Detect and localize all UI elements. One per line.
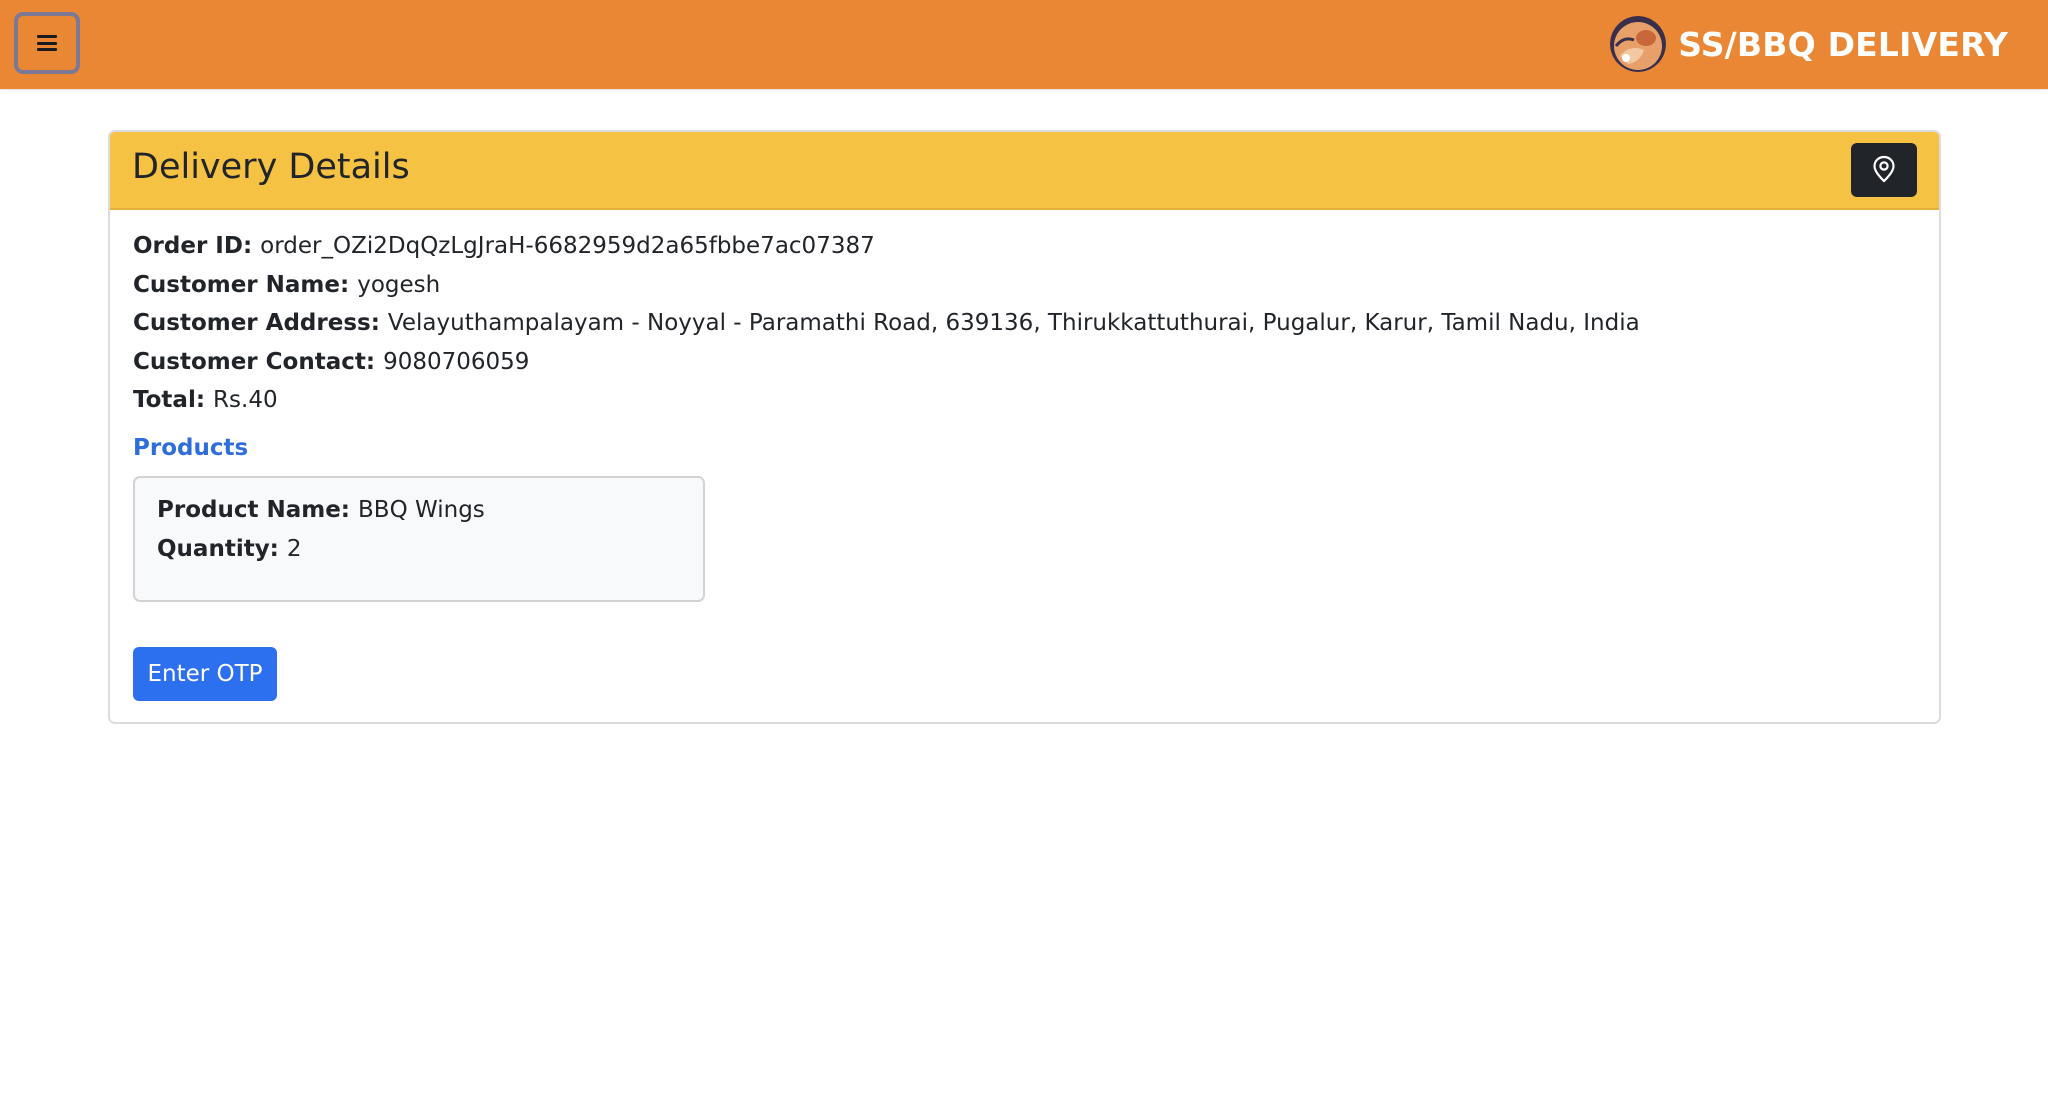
card-header: Delivery Details: [110, 132, 1939, 210]
hamburger-menu-icon: [37, 35, 57, 51]
customer-address-label: Customer Address:: [133, 310, 388, 336]
product-quantity-row: Quantity: 2: [157, 534, 302, 564]
customer-name-row: Customer Name: yogesh: [133, 270, 440, 300]
brand-name: SS/BBQ DELIVERY: [1678, 24, 2008, 64]
product-item: Product Name: BBQ Wings Quantity: 2: [133, 476, 705, 602]
customer-contact-value: 9080706059: [383, 349, 530, 375]
map-pin-icon: [1871, 155, 1897, 186]
order-id-value: order_OZi2DqQzLgJraH-6682959d2a65fbbe7ac…: [260, 233, 875, 259]
customer-name-value: yogesh: [357, 272, 441, 298]
customer-contact-row: Customer Contact: 9080706059: [133, 347, 529, 377]
total-label: Total:: [133, 387, 214, 413]
customer-address-row: Customer Address: Velayuthampalayam - No…: [133, 308, 1640, 338]
customer-name-label: Customer Name:: [133, 272, 358, 298]
products-heading: Products: [133, 435, 249, 461]
page-title: Delivery Details: [132, 147, 410, 187]
top-navbar: SS/BBQ DELIVERY: [0, 0, 2048, 89]
brand-link[interactable]: SS/BBQ DELIVERY: [1610, 14, 2008, 74]
order-id-label: Order ID:: [133, 233, 261, 259]
total-row: Total: Rs.40: [133, 385, 278, 415]
customer-contact-label: Customer Contact:: [133, 349, 384, 375]
brand-logo: [1610, 16, 1667, 72]
product-name-label: Product Name:: [157, 497, 359, 523]
map-location-button[interactable]: [1851, 143, 1917, 197]
product-quantity-value: 2: [286, 536, 302, 562]
product-name-row: Product Name: BBQ Wings: [157, 495, 485, 525]
customer-address-value: Velayuthampalayam - Noyyal - Paramathi R…: [387, 310, 1640, 336]
enter-otp-button[interactable]: Enter OTP: [133, 647, 277, 701]
total-value: Rs.40: [213, 387, 278, 413]
product-name-value: BBQ Wings: [358, 497, 485, 523]
product-quantity-label: Quantity:: [157, 536, 287, 562]
delivery-details-card: Delivery Details Order ID: order_OZi2DqQ…: [108, 130, 1941, 724]
menu-toggle-button[interactable]: [14, 12, 80, 74]
order-id-row: Order ID: order_OZi2DqQzLgJraH-6682959d2…: [133, 231, 875, 261]
